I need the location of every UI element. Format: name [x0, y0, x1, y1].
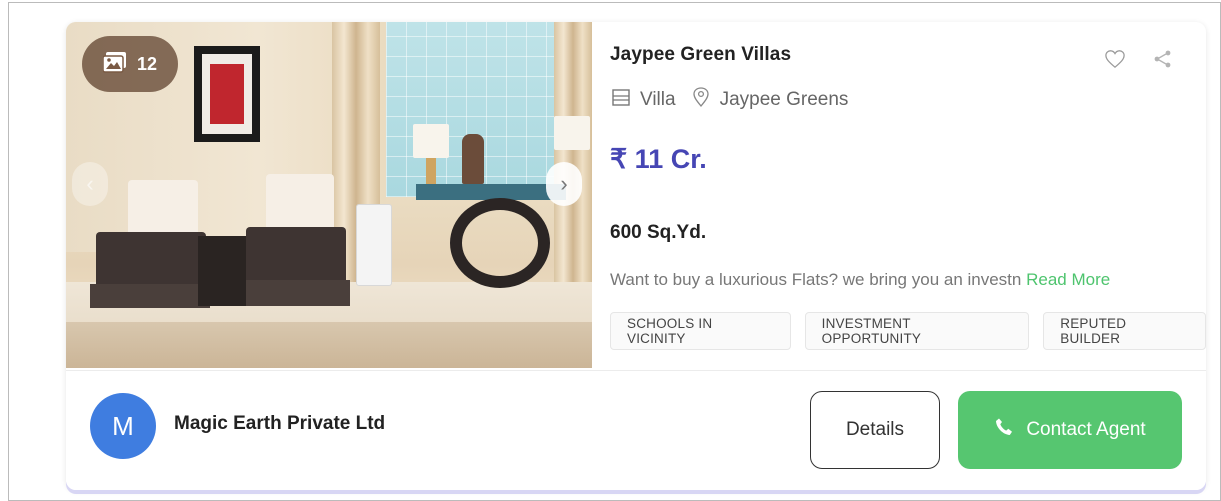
location-pin-icon	[690, 86, 712, 114]
agent-name[interactable]: Magic Earth Private Ltd	[174, 413, 385, 435]
chevron-left-icon: ‹	[86, 171, 94, 196]
photo-count-badge[interactable]: 12	[82, 36, 178, 92]
property-price: ₹ 11 Cr.	[610, 144, 707, 174]
property-location: Jaypee Greens	[719, 89, 849, 110]
previous-photo-button[interactable]: ‹	[72, 162, 108, 206]
details-button[interactable]: Details	[810, 391, 940, 469]
contact-agent-button[interactable]: Contact Agent	[958, 391, 1182, 469]
property-photo[interactable]: 12 ‹ ›	[66, 22, 592, 368]
building-icon	[610, 86, 632, 114]
photo-count: 12	[136, 53, 158, 74]
property-meta: Villa Jaypee Greens	[610, 86, 862, 114]
share-button[interactable]	[1148, 46, 1178, 76]
chevron-right-icon: ›	[560, 171, 568, 196]
tag-investment: INVESTMENT OPPORTUNITY	[804, 312, 1030, 350]
feature-tags: SCHOOLS IN VICINITY INVESTMENT OPPORTUNI…	[610, 312, 1207, 350]
next-photo-button[interactable]: ›	[546, 162, 582, 206]
tag-schools: SCHOOLS IN VICINITY	[610, 312, 791, 350]
property-type: Villa	[640, 89, 676, 110]
agent-avatar: M	[90, 393, 156, 459]
phone-icon	[994, 417, 1014, 443]
contact-agent-label: Contact Agent	[1026, 419, 1146, 440]
agent-footer: M Magic Earth Private Ltd Details Contac…	[66, 370, 1206, 490]
property-description: Want to buy a luxurious Flats? we bring …	[610, 270, 1200, 290]
read-more-link[interactable]: Read More	[1026, 270, 1110, 289]
favorite-button[interactable]	[1100, 46, 1130, 76]
property-title[interactable]: Jaypee Green Villas	[610, 44, 791, 66]
property-details: Jaypee Green Villas Villa Jaypee Greens …	[610, 22, 1207, 368]
image-gallery-icon	[102, 51, 127, 78]
property-area: 600 Sq.Yd.	[610, 222, 707, 243]
description-text: Want to buy a luxurious Flats? we bring …	[610, 270, 1022, 289]
heart-icon	[1104, 49, 1126, 74]
property-card: 12 ‹ › Jaypee Green Villas Villa Jaypee …	[66, 22, 1207, 490]
tag-builder: REPUTED BUILDER	[1043, 312, 1207, 350]
share-icon	[1153, 49, 1173, 74]
